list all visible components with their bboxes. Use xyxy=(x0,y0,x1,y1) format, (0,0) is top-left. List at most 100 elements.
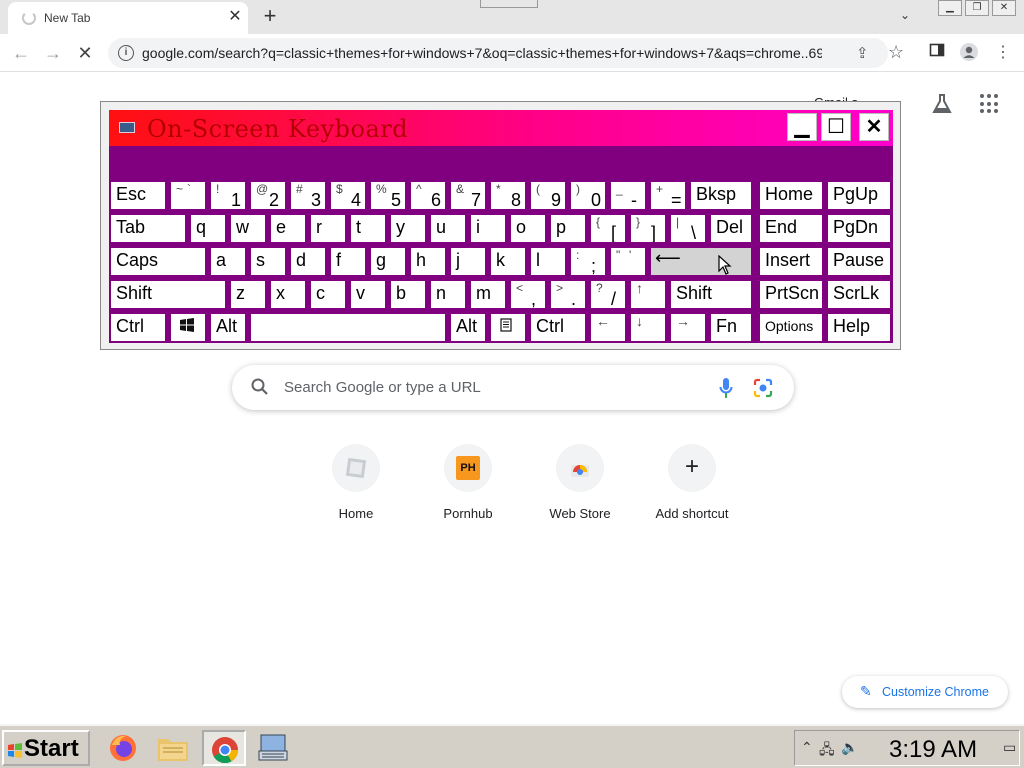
key-left-bracket[interactable]: {[ xyxy=(591,215,625,242)
labs-flask-icon[interactable] xyxy=(930,92,954,116)
osk-maximize-button[interactable]: ☐ xyxy=(821,113,851,141)
key-period[interactable]: >. xyxy=(551,281,585,308)
key-quote[interactable]: " ' xyxy=(611,248,645,275)
key-backspace[interactable]: Bksp xyxy=(691,182,751,209)
key-help[interactable]: Help xyxy=(828,314,890,341)
key-del[interactable]: Del xyxy=(711,215,751,242)
key-1[interactable]: ! 1 xyxy=(211,182,245,209)
key-n[interactable]: n xyxy=(431,281,465,308)
key-f[interactable]: f xyxy=(331,248,365,275)
close-window-button[interactable]: ✕ xyxy=(992,0,1016,16)
key-o[interactable]: o xyxy=(511,215,545,242)
minimize-button[interactable]: ▁ xyxy=(938,0,962,16)
taskbar-file-explorer[interactable] xyxy=(152,730,196,766)
menu-kebab-icon[interactable]: ⋮ xyxy=(992,42,1014,64)
key-left-arrow[interactable]: ← xyxy=(591,314,625,341)
key-4[interactable]: $4 xyxy=(331,182,365,209)
site-info-icon[interactable]: i xyxy=(118,45,134,61)
forward-arrow-icon[interactable]: → xyxy=(40,40,66,66)
side-panel-icon[interactable] xyxy=(926,42,948,64)
tab-new-tab[interactable]: New Tab ✕ xyxy=(8,2,248,34)
key-enter[interactable]: ⟵ xyxy=(651,248,751,275)
address-bar[interactable]: i google.com/search?q=classic+themes+for… xyxy=(108,38,904,68)
key-ctrl-left[interactable]: Ctrl xyxy=(111,314,165,341)
new-tab-button[interactable]: + xyxy=(258,5,282,29)
key-equals[interactable]: + = xyxy=(651,182,685,209)
key-minus[interactable]: _ - xyxy=(611,182,645,209)
key-down-arrow[interactable]: ↓ xyxy=(631,314,665,341)
key-backslash[interactable]: | \ xyxy=(671,215,705,242)
key-home[interactable]: Home xyxy=(760,182,822,209)
key-h[interactable]: h xyxy=(411,248,445,275)
taskbar-on-screen-keyboard[interactable] xyxy=(252,730,296,766)
start-button[interactable]: Start xyxy=(2,730,90,766)
show-hidden-icons-chevron-icon[interactable]: ⌃ xyxy=(801,739,813,756)
shortcut-home-tile[interactable] xyxy=(332,444,380,492)
key-8[interactable]: * 8 xyxy=(491,182,525,209)
key-tilde[interactable]: ~ ` xyxy=(171,182,205,209)
key-scrlk[interactable]: ScrLk xyxy=(828,281,890,308)
key-windows[interactable] xyxy=(171,314,205,341)
key-pgdn[interactable]: PgDn xyxy=(828,215,890,242)
key-a[interactable]: a xyxy=(211,248,245,275)
key-tab[interactable]: Tab xyxy=(111,215,185,242)
address-url[interactable]: google.com/search?q=classic+themes+for+w… xyxy=(142,45,822,61)
key-alt-right[interactable]: Alt xyxy=(451,314,485,341)
stop-loading-icon[interactable]: ✕ xyxy=(72,40,98,66)
search-placeholder[interactable]: Search Google or type a URL xyxy=(284,379,481,396)
key-ctrl-right[interactable]: Ctrl xyxy=(531,314,585,341)
bookmark-star-icon[interactable]: ☆ xyxy=(888,42,904,63)
key-3[interactable]: #3 xyxy=(291,182,325,209)
key-alt-left[interactable]: Alt xyxy=(211,314,245,341)
key-7[interactable]: & 7 xyxy=(451,182,485,209)
key-g[interactable]: g xyxy=(371,248,405,275)
key-s[interactable]: s xyxy=(251,248,285,275)
key-t[interactable]: t xyxy=(351,215,385,242)
key-i[interactable]: i xyxy=(471,215,505,242)
key-right-arrow[interactable]: → xyxy=(671,314,705,341)
key-shift-left[interactable]: Shift xyxy=(111,281,225,308)
key-r[interactable]: r xyxy=(311,215,345,242)
google-lens-icon[interactable] xyxy=(752,377,774,399)
key-up-arrow[interactable]: ↑ xyxy=(631,281,665,308)
key-insert[interactable]: Insert xyxy=(760,248,822,275)
key-6[interactable]: ^ 6 xyxy=(411,182,445,209)
key-semicolon[interactable]: :; xyxy=(571,248,605,275)
key-9[interactable]: (9 xyxy=(531,182,565,209)
key-u[interactable]: u xyxy=(431,215,465,242)
share-icon[interactable]: ⇪ xyxy=(856,44,869,62)
key-m[interactable]: m xyxy=(471,281,505,308)
osk-close-button[interactable]: ✕ xyxy=(859,113,889,141)
restore-button[interactable]: ❐ xyxy=(965,0,989,16)
key-caps[interactable]: Caps xyxy=(111,248,205,275)
key-pgup[interactable]: PgUp xyxy=(828,182,890,209)
customize-chrome-button[interactable]: ✎ Customize Chrome xyxy=(842,676,1008,708)
tab-close-icon[interactable]: ✕ xyxy=(226,8,244,26)
shortcut-home[interactable]: Home xyxy=(300,440,412,521)
osk-title-bar[interactable]: On-Screen Keyboard ▁ ☐ ✕ xyxy=(109,110,893,146)
key-right-bracket[interactable]: }] xyxy=(631,215,665,242)
key-comma[interactable]: <, xyxy=(511,281,545,308)
taskbar-clock[interactable]: 3:19 AM xyxy=(889,736,977,764)
key-0[interactable]: ) 0 xyxy=(571,182,605,209)
key-end[interactable]: End xyxy=(760,215,822,242)
profile-avatar-icon[interactable] xyxy=(958,42,980,64)
key-d[interactable]: d xyxy=(291,248,325,275)
back-arrow-icon[interactable]: ← xyxy=(8,40,34,66)
add-shortcut-tile[interactable]: + xyxy=(668,444,716,492)
osk-minimize-button[interactable]: ▁ xyxy=(787,113,817,141)
volume-icon[interactable]: 🔈 xyxy=(841,739,858,756)
shortcut-web-store[interactable]: Web Store xyxy=(524,440,636,521)
key-options[interactable]: Options xyxy=(760,314,822,341)
window-drag-grip[interactable] xyxy=(480,0,538,8)
key-j[interactable]: j xyxy=(451,248,485,275)
key-k[interactable]: k xyxy=(491,248,525,275)
network-icon[interactable]: 🖧 xyxy=(819,739,835,763)
taskbar-chrome[interactable] xyxy=(202,730,246,766)
key-space[interactable] xyxy=(251,314,445,341)
key-q[interactable]: q xyxy=(191,215,225,242)
show-desktop-icon[interactable]: ▭ xyxy=(1003,739,1016,756)
shortcut-pornhub-tile[interactable]: PH xyxy=(444,444,492,492)
tab-search-chevron-icon[interactable]: ⌄ xyxy=(895,8,915,26)
key-prtscn[interactable]: PrtScn xyxy=(760,281,822,308)
